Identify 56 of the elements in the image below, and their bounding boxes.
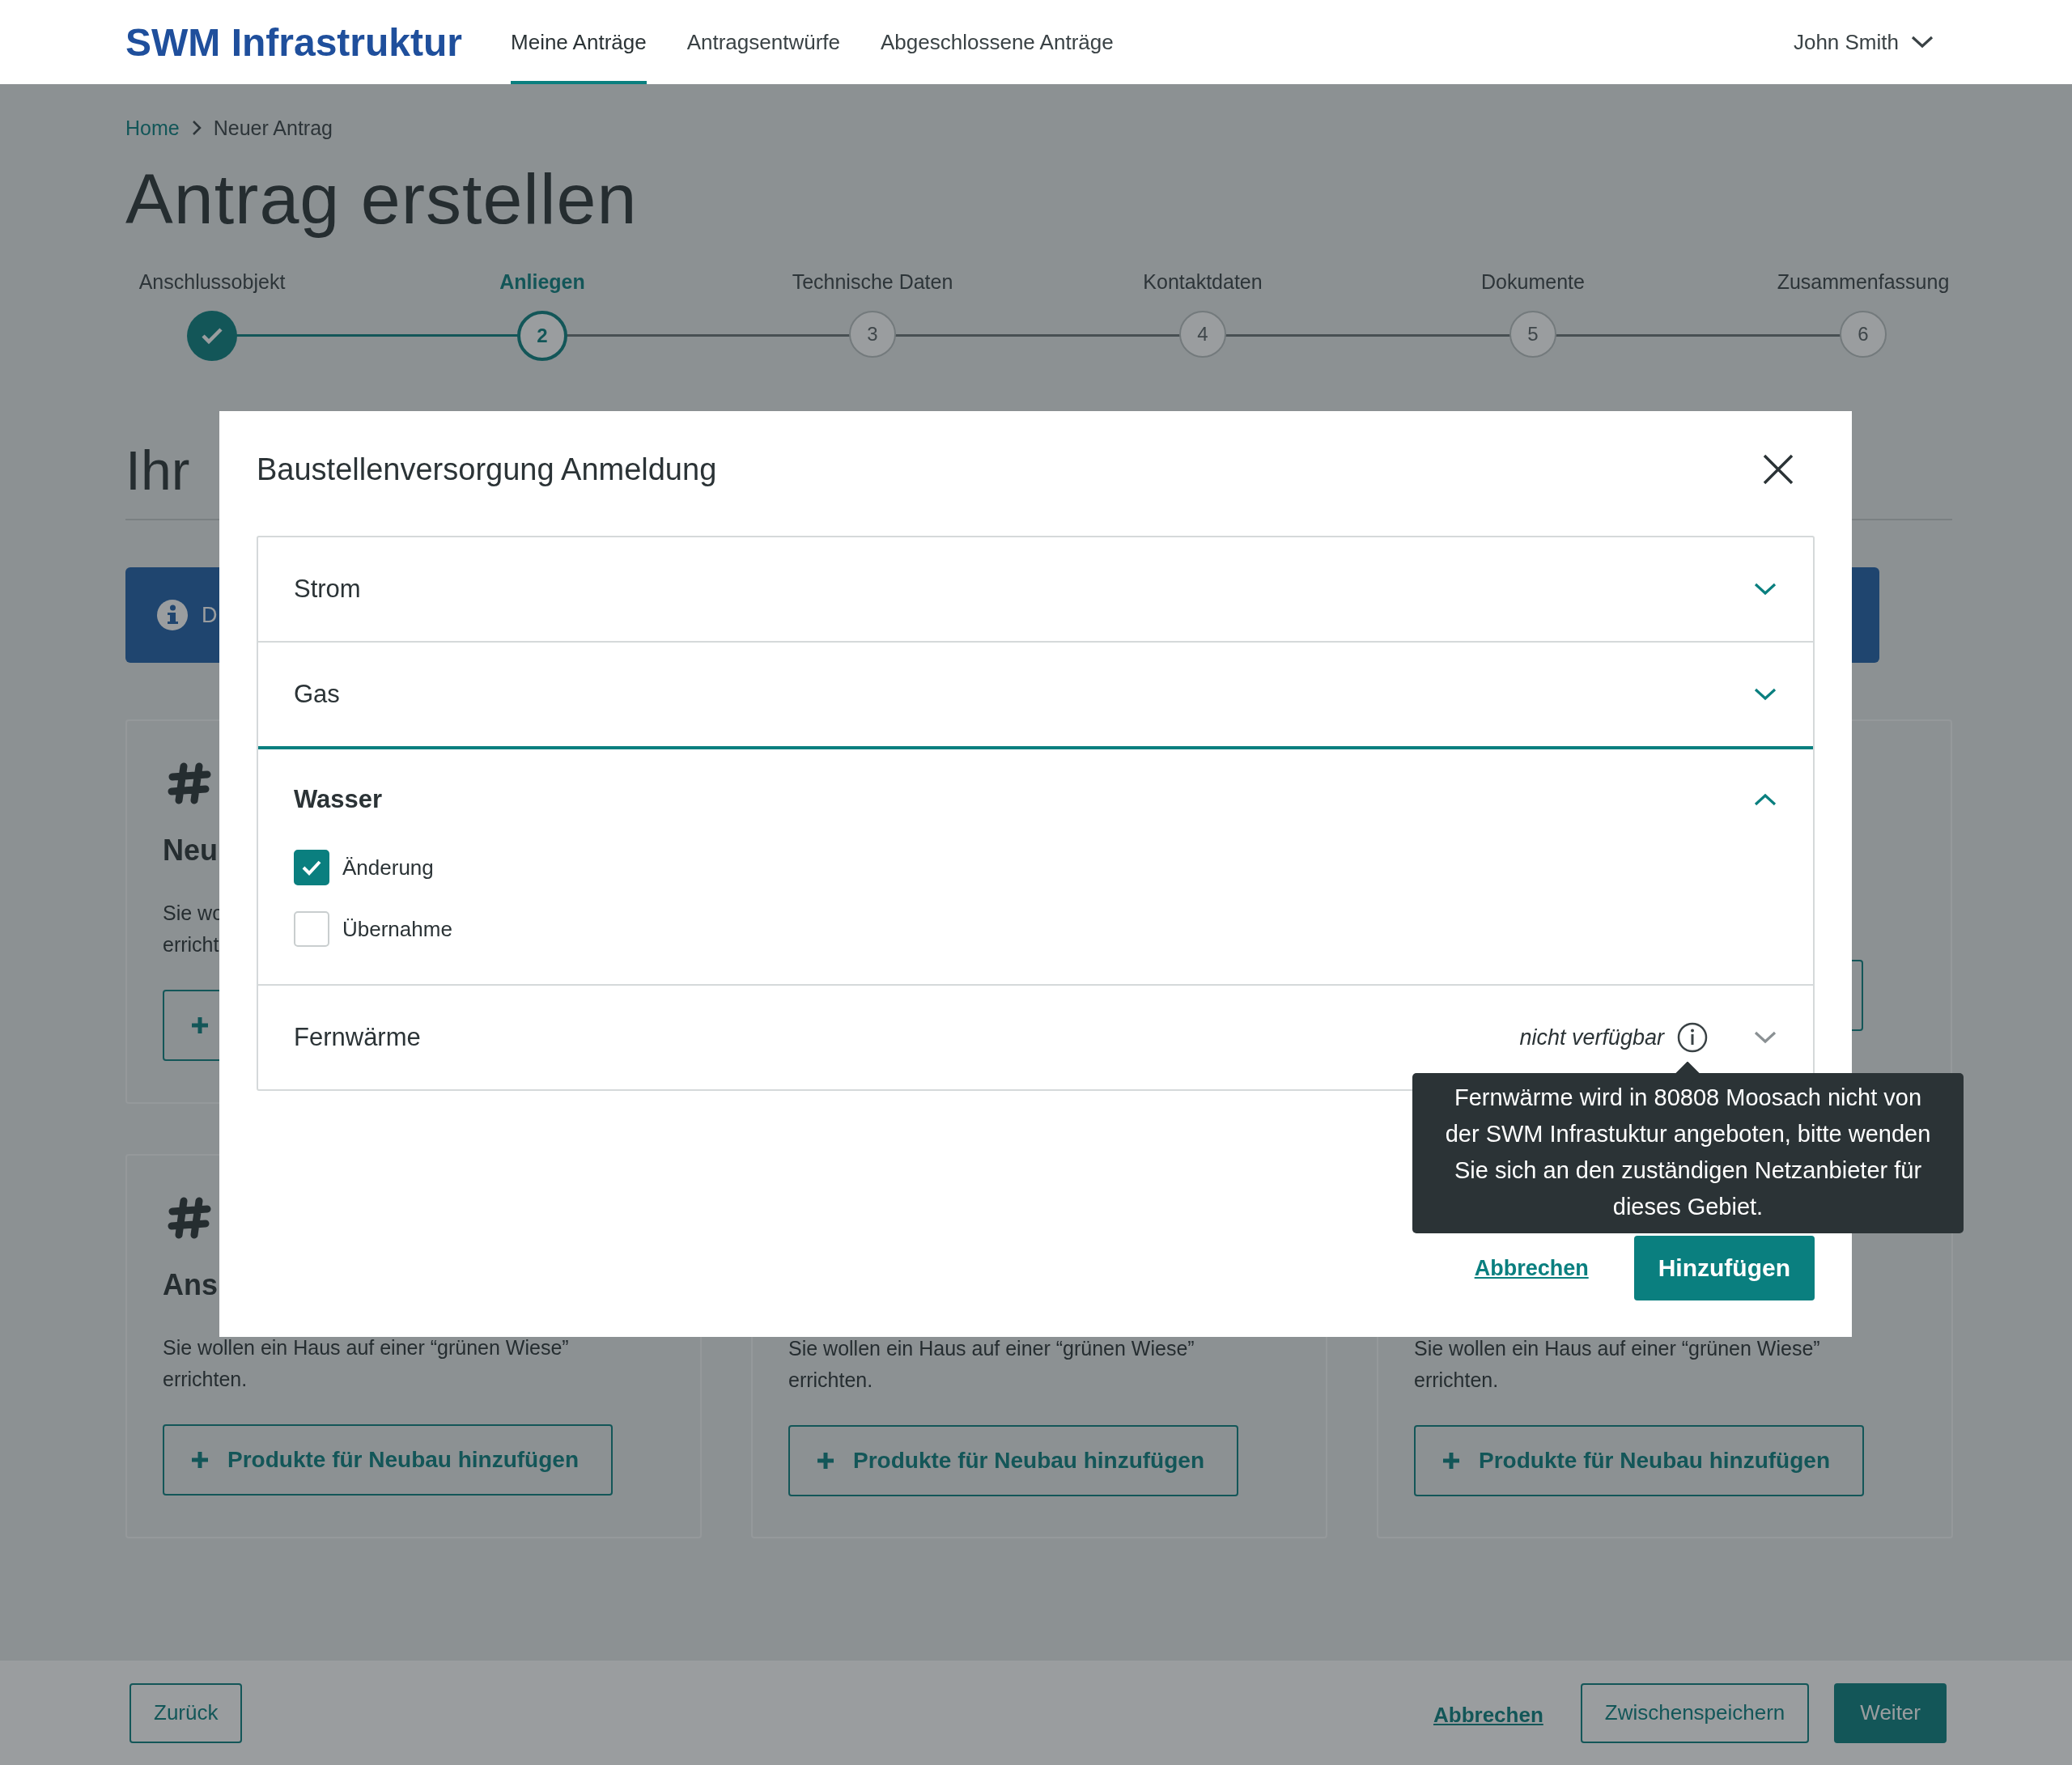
- step-number: 4: [1179, 311, 1226, 358]
- checkbox[interactable]: [294, 850, 329, 885]
- accordion-label: Fernwärme: [294, 1023, 421, 1052]
- nav-link[interactable]: Abgeschlossene Anträge: [881, 0, 1114, 84]
- dialog-title: Baustellenversorgung Anmeldung: [257, 452, 717, 487]
- chevron-right-icon: [190, 119, 202, 137]
- step-label: Anschlussobjekt: [138, 270, 286, 295]
- add-products-button[interactable]: Produkte für Neubau hinzufügen: [788, 1425, 1238, 1496]
- checkbox-label[interactable]: Änderung: [342, 855, 434, 880]
- accordion-label: Gas: [294, 680, 340, 709]
- step-label: Kontaktdaten: [1143, 270, 1263, 295]
- back-button[interactable]: Zurück: [130, 1682, 243, 1743]
- plus-icon: [1441, 1451, 1461, 1470]
- section-heading: Ihr: [125, 439, 190, 503]
- save-draft-button[interactable]: Zwischenspeichern: [1580, 1682, 1810, 1743]
- plus-icon: [190, 1450, 210, 1470]
- cancel-link[interactable]: Abbrechen: [1474, 1255, 1589, 1281]
- next-button[interactable]: Weiter: [1834, 1682, 1947, 1743]
- hash-icon: [168, 1196, 211, 1240]
- card-title: Neu: [163, 833, 218, 868]
- cancel-link[interactable]: Abbrechen: [1433, 1703, 1543, 1728]
- step-label: Dokumente: [1481, 270, 1585, 295]
- info-icon[interactable]: [1677, 1022, 1708, 1053]
- step-label: Anliegen: [499, 270, 585, 295]
- tooltip: Fernwärme wird in 80808 Moosach nicht von der SWM Infrastuktur angeboten, bitte wenden Sie sich an den zuständigen Netzanbieter für dieses Gebiet.: [1412, 1062, 1964, 1233]
- step-number: 2: [517, 311, 567, 361]
- card-description: Sie wollen ein Haus auf einer “grünen Wiese” errichten.: [163, 1335, 569, 1392]
- logo: SWM Infrastruktur: [125, 19, 462, 65]
- plus-icon: [190, 1016, 210, 1035]
- plus-icon: [816, 1451, 835, 1470]
- add-button[interactable]: Hinzufügen: [1633, 1236, 1815, 1300]
- step-number: 5: [1509, 311, 1556, 358]
- nav-link[interactable]: Meine Anträge: [511, 0, 647, 84]
- step-label: Zusammenfassung: [1777, 270, 1950, 295]
- nav-link[interactable]: Antragsentwürfe: [686, 0, 840, 84]
- step-number: 3: [849, 311, 896, 358]
- step-number: 6: [1840, 311, 1887, 358]
- card-title: Ans: [163, 1267, 218, 1303]
- accordion-label: Wasser: [294, 785, 383, 814]
- chevron-down-icon: [1910, 35, 1934, 49]
- add-products-button[interactable]: Produkte für Neubau hinzufügen: [1414, 1425, 1864, 1496]
- user-menu[interactable]: John Smith: [1793, 0, 1991, 84]
- add-products-button[interactable]: Produkte für Neubau hinzufügen: [163, 1424, 613, 1496]
- accordion-label: Strom: [294, 575, 361, 604]
- checkbox-label[interactable]: Übernahme: [342, 916, 452, 942]
- card-description: Sie wollen ein Haus auf einer “grünen Wiese” errichten.: [1414, 1336, 1820, 1393]
- card-description: Sie wollen ein Haus auf einer “grünen Wiese” errichten.: [788, 1336, 1195, 1393]
- breadcrumb-link[interactable]: Home: [125, 116, 180, 140]
- checkmark-icon: [301, 859, 322, 876]
- step-label: Technische Daten: [792, 270, 953, 295]
- availability-status: nicht verfügbar: [1519, 1025, 1664, 1050]
- info-text: D: [202, 602, 218, 628]
- page-title: Antrag erstellen: [125, 159, 639, 240]
- hash-icon: [168, 762, 211, 805]
- breadcrumb-current: Neuer Antrag: [213, 116, 333, 140]
- info-icon: [156, 599, 189, 631]
